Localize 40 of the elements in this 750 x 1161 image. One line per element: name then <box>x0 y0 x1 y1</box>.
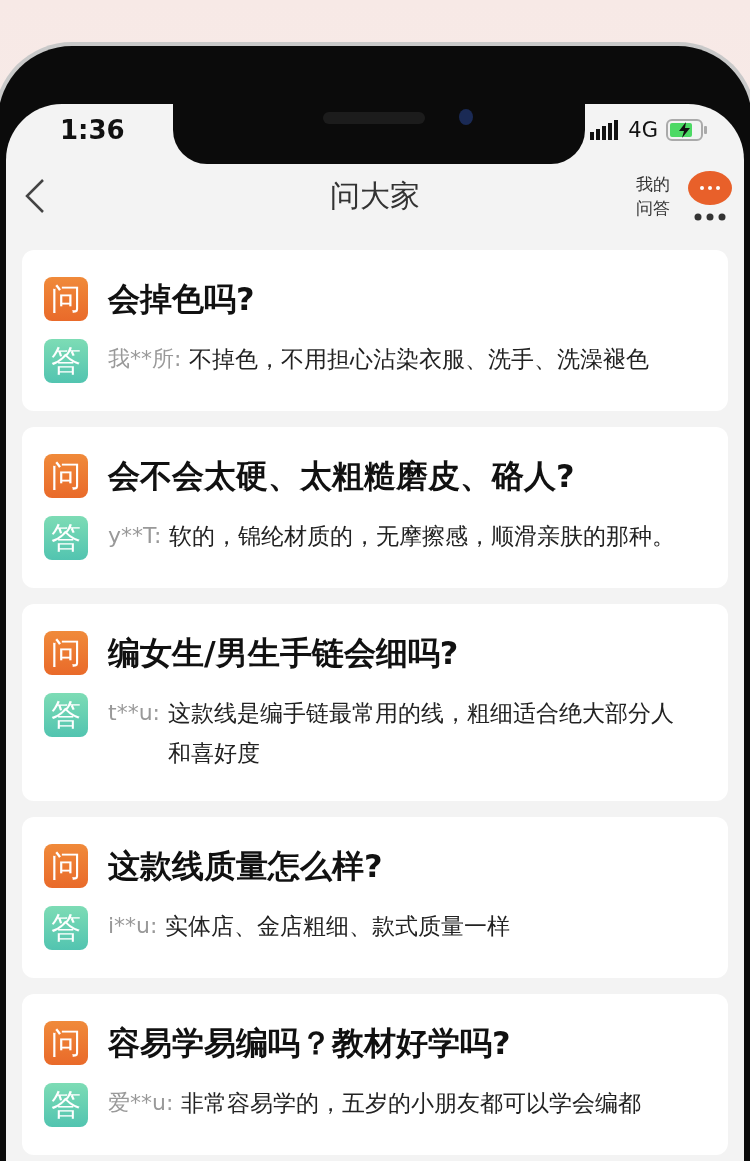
question-card[interactable]: 问 容易学易编吗？教材好学吗? 答 爱**u: 非常容易学的，五岁的小朋友都可以学会编都 <box>22 994 728 1155</box>
message-icon[interactable] <box>688 171 732 205</box>
answer-badge: 答 <box>44 906 88 950</box>
more-icon[interactable] <box>694 213 726 221</box>
question-card[interactable]: 问 会不会太硬、太粗糙磨皮、硌人? 答 y**T: 软的，锦纶材质的，无摩擦感，顺滑亲肤的那种。 <box>22 427 728 588</box>
question-text: 编女生/男生手链会细吗? <box>108 633 459 674</box>
question-badge: 问 <box>44 1021 88 1065</box>
question-badge: 问 <box>44 454 88 498</box>
answer-user: i**u: <box>108 912 158 940</box>
answer-text: 软的，锦纶材质的，无摩擦感，顺滑亲肤的那种。 <box>169 522 677 551</box>
question-text: 容易学易编吗？教材好学吗? <box>108 1023 511 1064</box>
status-time: 1:36 <box>60 115 125 145</box>
question-card[interactable]: 问 这款线质量怎么样? 答 i**u: 实体店、金店粗细、款式质量一样 <box>22 817 728 978</box>
question-badge: 问 <box>44 277 88 321</box>
signal-icon <box>590 120 621 140</box>
question-text: 会掉色吗? <box>108 279 255 320</box>
battery-icon <box>666 119 708 141</box>
question-badge: 问 <box>44 631 88 675</box>
answer-badge: 答 <box>44 693 88 737</box>
question-text: 会不会太硬、太粗糙磨皮、硌人? <box>108 456 575 497</box>
answer-badge: 答 <box>44 339 88 383</box>
question-card[interactable]: 问 编女生/男生手链会细吗? 答 t**u: 这款线是编手链最常用的线，粗细适合绝大部分人和喜好度 <box>22 604 728 801</box>
network-type: 4G <box>628 118 658 142</box>
answer-text: 非常容易学的，五岁的小朋友都可以学会编都 <box>181 1089 643 1118</box>
answer-user: t**u: <box>108 699 160 727</box>
my-qa-link[interactable]: 我的问答 <box>636 172 670 220</box>
answer-user: y**T: <box>108 522 162 550</box>
answer-badge: 答 <box>44 1083 88 1127</box>
back-icon[interactable] <box>24 178 46 214</box>
camera-lens <box>459 109 473 125</box>
answer-text: 这款线是编手链最常用的线，粗细适合绝大部分人和喜好度 <box>168 699 675 768</box>
question-badge: 问 <box>44 844 88 888</box>
question-text: 这款线质量怎么样? <box>108 846 383 887</box>
question-card[interactable]: 问 会掉色吗? 答 我**所: 不掉色，不用担心沾染衣服、洗手、洗澡褪色 <box>22 250 728 411</box>
answer-text: 实体店、金店粗细、款式质量一样 <box>165 912 512 941</box>
answer-text: 不掉色，不用担心沾染衣服、洗手、洗澡褪色 <box>189 345 651 374</box>
answer-badge: 答 <box>44 516 88 560</box>
answer-user: 我**所: <box>108 345 182 373</box>
page-title: 问大家 <box>329 176 421 215</box>
answer-user: 爱**u: <box>108 1089 174 1117</box>
